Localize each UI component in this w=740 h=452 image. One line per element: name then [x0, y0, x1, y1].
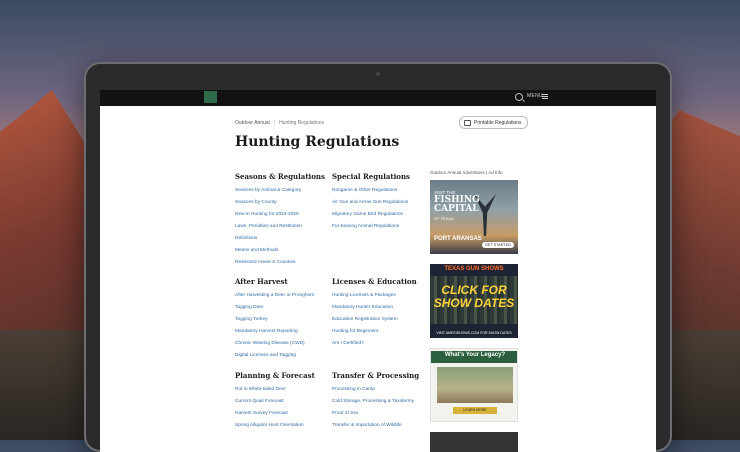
link-tagging-deer[interactable]: Tagging Deer: [235, 304, 335, 316]
ad-quail-legacy[interactable]: What's Your Legacy? LEARN MORE: [430, 348, 518, 422]
site-logo[interactable]: [204, 91, 217, 103]
page-title: Hunting Regulations: [235, 134, 400, 150]
link-harvest-survey[interactable]: Harvest Survey Forecast: [235, 410, 335, 422]
section-heading: Transfer & Processing: [332, 371, 420, 380]
link-processing-camp[interactable]: Processing in Camp: [332, 386, 432, 398]
laptop-screen: MENU Outdoor Annual | Hunting Regulations …: [100, 90, 656, 452]
link-means-methods[interactable]: Means and Methods: [235, 247, 335, 259]
ad-partial[interactable]: [430, 432, 518, 452]
section-heading: After Harvest: [235, 277, 288, 286]
link-proof-of-sex[interactable]: Proof of Sex: [332, 410, 432, 422]
section-after-harvest: After Harvest After Harvesting a Deer or…: [235, 277, 335, 364]
section-seasons-regulations: Seasons & Regulations Seasons by Animal …: [235, 172, 335, 271]
section-planning-forecast: Planning & Forecast Rut in White-tailed …: [235, 371, 335, 434]
printable-regulations-button[interactable]: Printable Regulations: [459, 116, 528, 129]
link-new-in-hunting[interactable]: New in Hunting for 2024-2025: [235, 211, 335, 223]
link-seasons-by-animal[interactable]: Seasons by Animal & Category: [235, 187, 335, 199]
webcam: [376, 72, 380, 76]
ad-header: TEXAS GUN SHOWS: [444, 266, 504, 272]
printer-icon: [464, 119, 471, 126]
section-heading: Planning & Forecast: [235, 371, 315, 380]
link-education-registration[interactable]: Education Registration System: [332, 316, 432, 328]
link-fur-bearing[interactable]: Fur-bearing Animal Regulations: [332, 223, 432, 235]
link-tagging-turkey[interactable]: Tagging Turkey: [235, 316, 335, 328]
printable-regulations-label: Printable Regulations: [474, 119, 522, 126]
breadcrumb: Outdoor Annual | Hunting Regulations: [235, 120, 324, 126]
section-heading: Licenses & Education: [332, 277, 417, 286]
link-restricted-areas[interactable]: Restricted Areas in Counties: [235, 259, 335, 271]
section-licenses-education: Licenses & Education Hunting Licenses & …: [332, 277, 432, 352]
link-air-gun[interactable]: Air Gun and Arrow Gun Regulations: [332, 199, 432, 211]
ad-headline: FISHING CAPITAL: [434, 195, 480, 214]
ad-cta: CLICK FOR SHOW DATES: [433, 283, 515, 310]
ad-footer: VISIT AMERISHOWS.COM FOR SHOW DATES: [436, 331, 512, 335]
link-harvest-reporting[interactable]: Mandatory Harvest Reporting: [235, 328, 335, 340]
menu-label[interactable]: MENU: [527, 93, 543, 99]
advertisers-label[interactable]: Outdoor Annual Advertisers | Ad Info: [430, 170, 502, 175]
link-migratory-game-bird[interactable]: Migratory Game Bird Regulations: [332, 211, 432, 223]
link-definitions[interactable]: Definitions: [235, 235, 335, 247]
ad-header: What's Your Legacy?: [431, 351, 517, 363]
ad-texas-gun-shows[interactable]: TEXAS GUN SHOWS CLICK FOR SHOW DATES VIS…: [430, 264, 518, 338]
link-nongame[interactable]: Nongame & Other Regulations: [332, 187, 432, 199]
ad-get-started-button[interactable]: GET STARTED: [481, 242, 514, 248]
section-transfer-processing: Transfer & Processing Processing in Camp…: [332, 371, 432, 434]
ad-learn-more-button[interactable]: LEARN MORE: [453, 407, 497, 414]
link-hunter-education[interactable]: Mandatory Hunter Education: [332, 304, 432, 316]
hamburger-menu-icon[interactable]: [542, 94, 548, 99]
link-digital-licenses[interactable]: Digital Licenses and Tagging: [235, 352, 335, 364]
section-heading: Special Regulations: [332, 172, 410, 181]
breadcrumb-current: Hunting Regulations: [279, 120, 325, 126]
link-after-harvesting[interactable]: After Harvesting a Deer or Pronghorn: [235, 292, 335, 304]
site-header: MENU: [100, 90, 656, 106]
breadcrumb-parent[interactable]: Outdoor Annual: [235, 120, 270, 126]
ad-port-aransas[interactable]: VISIT THE FISHING CAPITAL OF TEXAS PORT …: [430, 180, 518, 254]
link-hunting-beginners[interactable]: Hunting for Beginners: [332, 328, 432, 340]
breadcrumb-separator: |: [273, 120, 276, 126]
link-laws-penalties[interactable]: Laws, Penalties and Restitution: [235, 223, 335, 235]
search-icon[interactable]: [515, 93, 523, 101]
section-heading: Seasons & Regulations: [235, 172, 325, 181]
link-seasons-by-county[interactable]: Seasons by County: [235, 199, 335, 211]
ad-landscape-image: [437, 367, 513, 403]
link-alligator-hunt[interactable]: Spring Alligator Hunt Orientation: [235, 422, 335, 434]
link-rut-deer[interactable]: Rut in White-tailed Deer: [235, 386, 335, 398]
link-hunting-licenses[interactable]: Hunting Licenses & Packages: [332, 292, 432, 304]
link-am-i-certified[interactable]: Am I Certified?: [332, 340, 432, 352]
laptop-frame: MENU Outdoor Annual | Hunting Regulations …: [84, 62, 672, 452]
ad-text: PORT ARANSAS: [434, 236, 482, 242]
link-quail-forecast[interactable]: Current Quail Forecast: [235, 398, 335, 410]
link-cold-storage[interactable]: Cold Storage, Processing & Taxidermy: [332, 398, 432, 410]
link-cwd[interactable]: Chronic Wasting Disease (CWD): [235, 340, 335, 352]
ad-text: OF TEXAS: [434, 216, 454, 221]
section-special-regulations: Special Regulations Nongame & Other Regu…: [332, 172, 432, 235]
link-transfer-importation[interactable]: Transfer & Importation of Wildlife: [332, 422, 432, 434]
